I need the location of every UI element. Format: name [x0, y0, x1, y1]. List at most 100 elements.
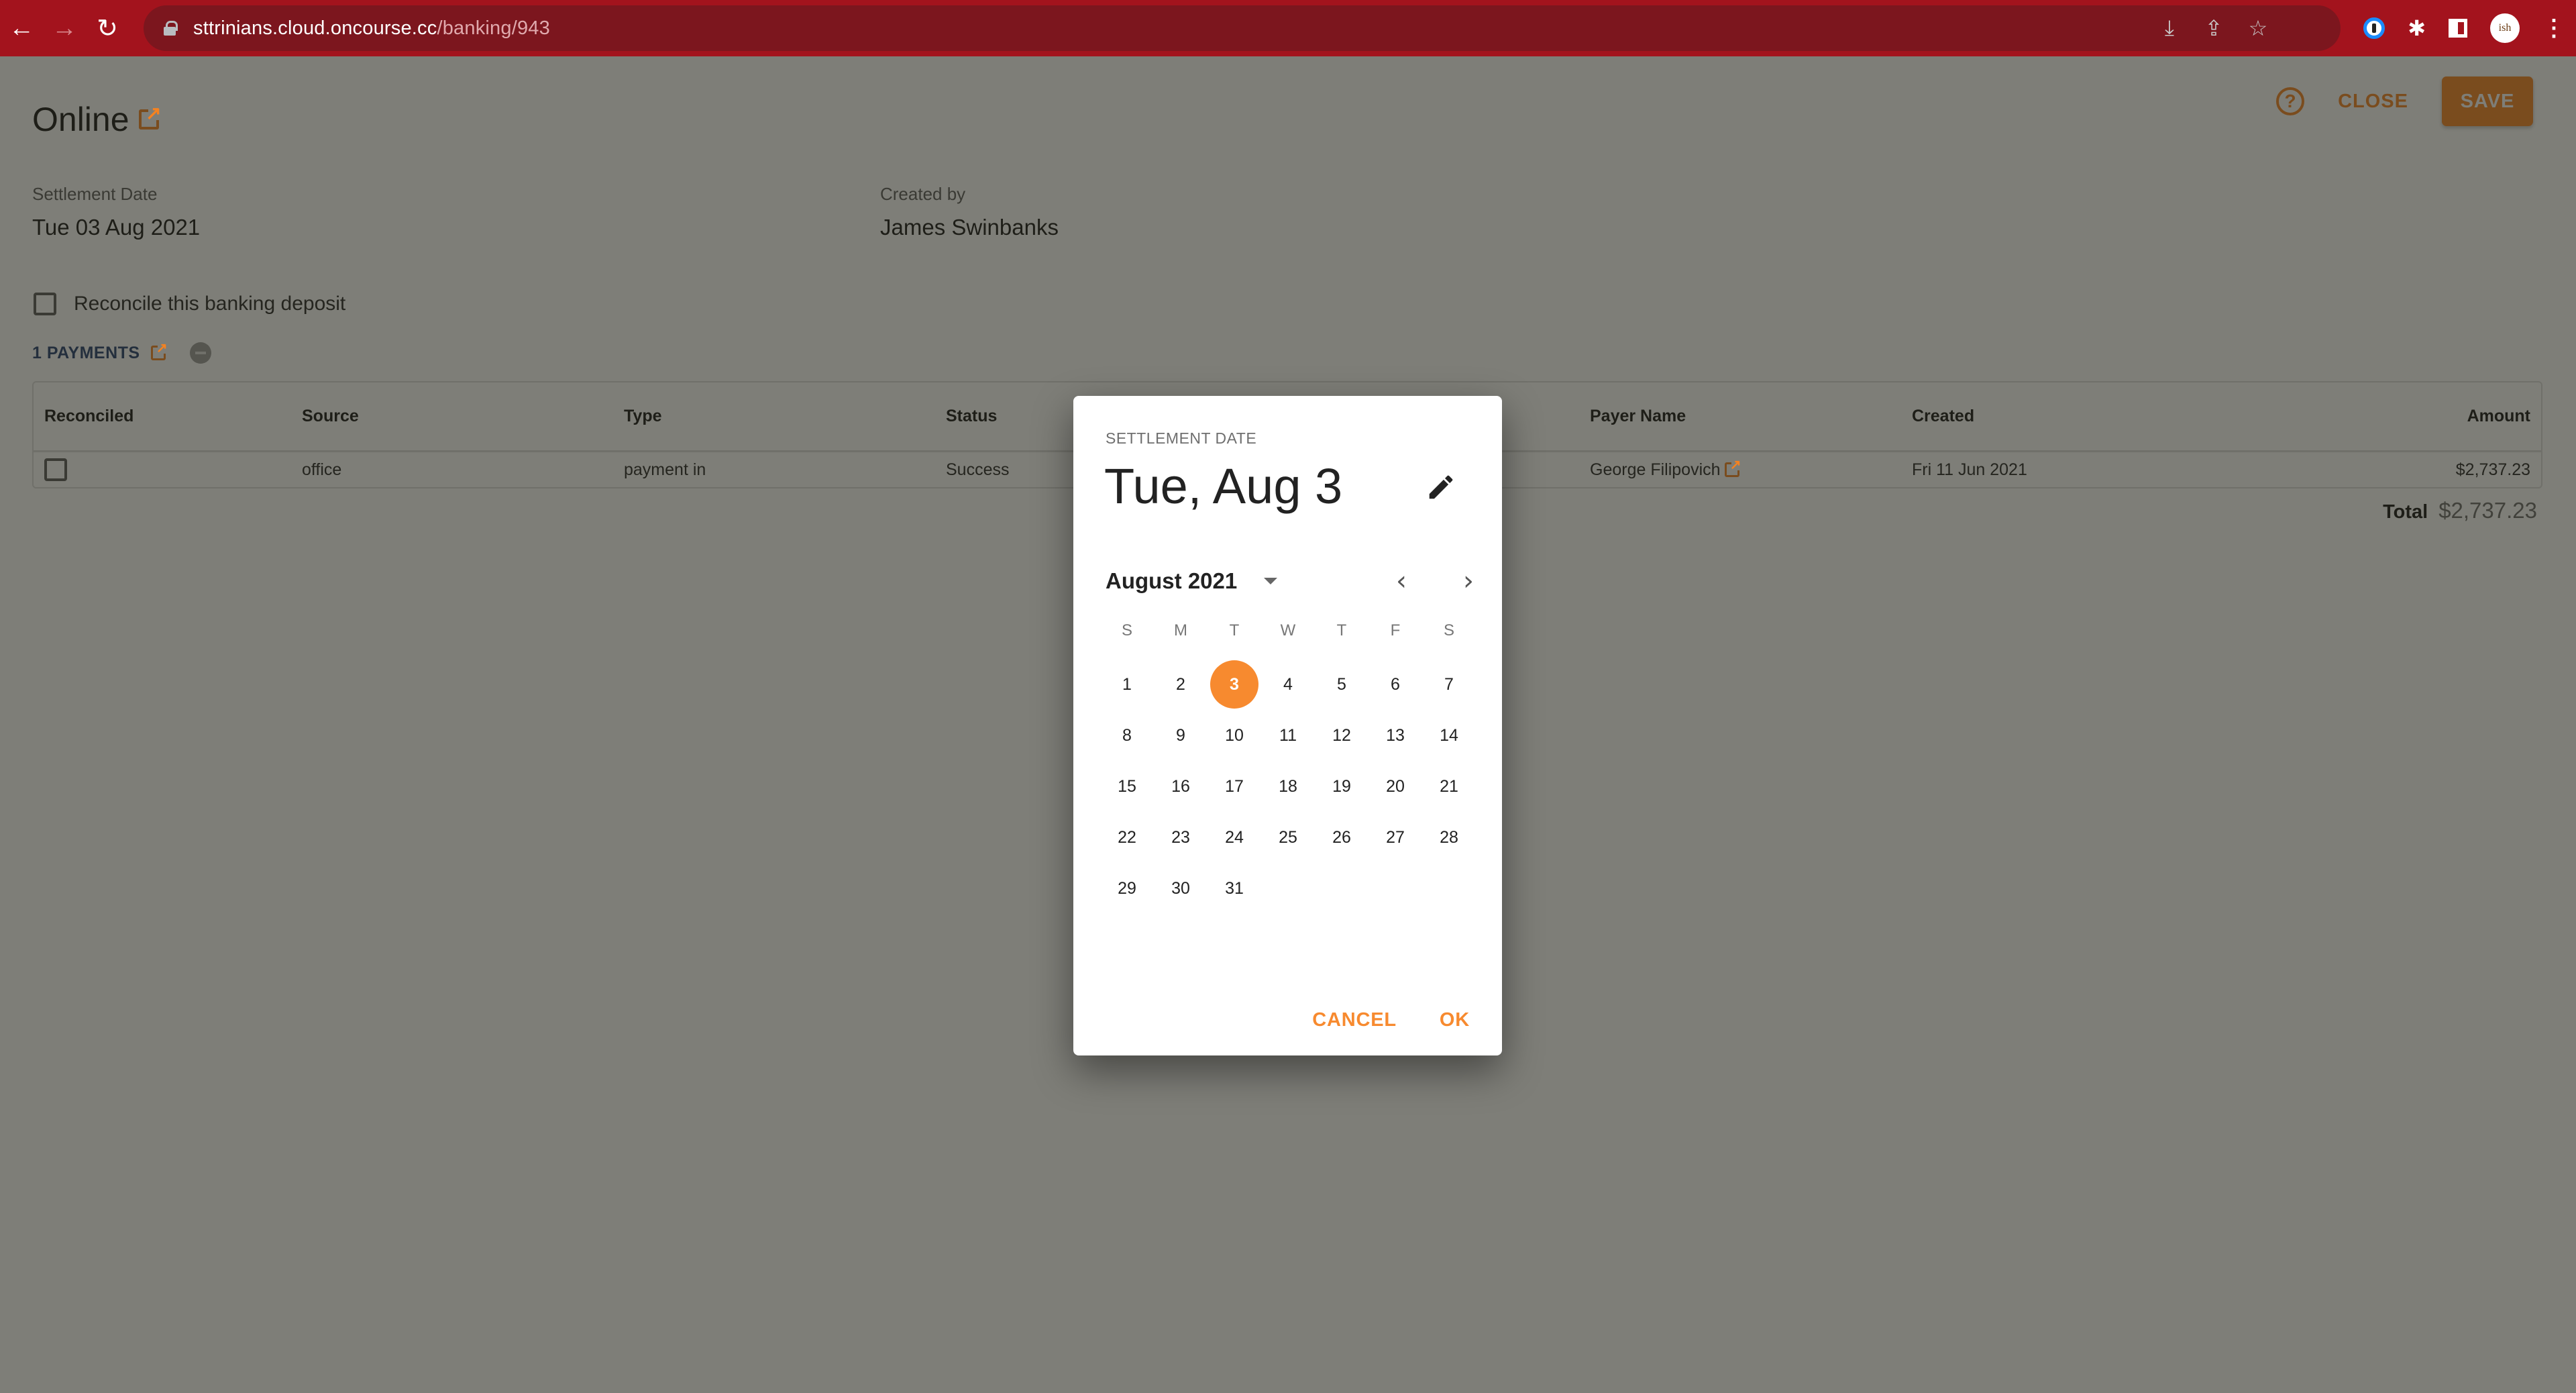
calendar-day[interactable]: 21 — [1422, 761, 1476, 812]
browser-toolbar: ← → ↻ sttrinians.cloud.oncourse.cc/banki… — [0, 0, 2576, 56]
share-icon[interactable]: ⇪ — [2204, 15, 2224, 41]
day-number: 18 — [1279, 776, 1297, 796]
pencil-edit-icon[interactable] — [1426, 472, 1456, 503]
forward-button[interactable]: → — [43, 0, 86, 56]
day-number: 14 — [1440, 725, 1458, 745]
day-number: 13 — [1386, 725, 1405, 745]
url-text: sttrinians.cloud.oncourse.cc/banking/943 — [193, 17, 550, 40]
url-host: sttrinians.cloud.oncourse.cc — [193, 17, 437, 39]
day-number: 19 — [1332, 776, 1351, 796]
month-header: August 2021 ‹ › — [1106, 561, 1479, 601]
day-number: 21 — [1440, 776, 1458, 796]
day-number: 23 — [1171, 827, 1190, 847]
day-number: 1 — [1122, 674, 1132, 694]
calendar-day[interactable]: 29 — [1100, 863, 1154, 914]
day-number: 7 — [1444, 674, 1454, 694]
day-number: 5 — [1337, 674, 1346, 694]
day-number: 11 — [1279, 725, 1297, 745]
calendar-day[interactable]: 22 — [1100, 812, 1154, 863]
calendar-day[interactable]: 10 — [1208, 710, 1261, 761]
weekday-label: T — [1336, 621, 1347, 639]
weekday-label: F — [1390, 621, 1401, 639]
calendar-day[interactable]: 17 — [1208, 761, 1261, 812]
calendar-day[interactable]: 31 — [1208, 863, 1261, 914]
weekday-label: W — [1280, 621, 1296, 639]
calendar-day[interactable]: 6 — [1368, 659, 1422, 710]
day-number: 12 — [1332, 725, 1351, 745]
browser-menu-icon[interactable]: ⋮ — [2542, 15, 2565, 42]
calendar-day[interactable]: 8 — [1100, 710, 1154, 761]
day-number: 27 — [1386, 827, 1405, 847]
calendar-day[interactable]: 30 — [1154, 863, 1208, 914]
calendar-day[interactable]: 20 — [1368, 761, 1422, 812]
profile-avatar[interactable]: ish — [2490, 13, 2520, 43]
arrow-left-icon: ← — [9, 13, 34, 42]
day-number: 15 — [1118, 776, 1136, 796]
calendar-day[interactable]: 24 — [1208, 812, 1261, 863]
reload-icon: ↻ — [97, 14, 118, 43]
calendar-day[interactable]: 27 — [1368, 812, 1422, 863]
calendar-day[interactable]: 12 — [1315, 710, 1368, 761]
calendar-day[interactable]: 4 — [1261, 659, 1315, 710]
side-panel-icon[interactable] — [2449, 19, 2467, 38]
day-number: 26 — [1332, 827, 1351, 847]
weekday-header: SMTWTFS — [1100, 617, 1477, 644]
selected-date-display: Tue, Aug 3 — [1104, 458, 1343, 514]
day-number: 4 — [1283, 674, 1293, 694]
calendar-day[interactable]: 25 — [1261, 812, 1315, 863]
password-manager-extension-icon[interactable] — [2363, 17, 2385, 39]
calendar-day[interactable]: 1 — [1100, 659, 1154, 710]
ok-button[interactable]: OK — [1440, 1009, 1470, 1031]
chevron-left-icon[interactable]: ‹ — [1391, 566, 1411, 597]
date-picker-overline: SETTLEMENT DATE — [1106, 429, 1257, 447]
day-number: 29 — [1118, 878, 1136, 898]
day-number: 3 — [1210, 660, 1258, 709]
calendar-day[interactable]: 11 — [1261, 710, 1315, 761]
day-number: 25 — [1279, 827, 1297, 847]
calendar-day[interactable]: 2 — [1154, 659, 1208, 710]
calendar-day[interactable]: 15 — [1100, 761, 1154, 812]
day-number: 22 — [1118, 827, 1136, 847]
calendar-day[interactable]: 5 — [1315, 659, 1368, 710]
weekday-label: S — [1443, 621, 1454, 639]
day-number: 8 — [1122, 725, 1132, 745]
day-number: 6 — [1391, 674, 1400, 694]
month-year-label[interactable]: August 2021 — [1106, 568, 1237, 594]
day-number: 24 — [1225, 827, 1244, 847]
calendar-day[interactable]: 19 — [1315, 761, 1368, 812]
weekday-label: M — [1174, 621, 1187, 639]
calendar-day-selected[interactable]: 3 — [1208, 659, 1261, 710]
calendar-day[interactable]: 16 — [1154, 761, 1208, 812]
calendar-day[interactable]: 9 — [1154, 710, 1208, 761]
bookmark-star-icon[interactable]: ☆ — [2248, 15, 2268, 41]
date-picker-dialog: SETTLEMENT DATE Tue, Aug 3 August 2021 ‹… — [1073, 396, 1502, 1055]
day-number: 20 — [1386, 776, 1405, 796]
day-number: 10 — [1225, 725, 1244, 745]
calendar-day[interactable]: 7 — [1422, 659, 1476, 710]
calendar-day[interactable]: 18 — [1261, 761, 1315, 812]
caret-down-icon[interactable] — [1264, 578, 1278, 584]
day-number: 28 — [1440, 827, 1458, 847]
day-number: 17 — [1225, 776, 1244, 796]
day-number: 16 — [1171, 776, 1190, 796]
back-button[interactable]: ← — [0, 0, 43, 56]
lock-icon — [164, 21, 178, 36]
calendar-day[interactable]: 23 — [1154, 812, 1208, 863]
calendar-day[interactable]: 14 — [1422, 710, 1476, 761]
day-number: 2 — [1176, 674, 1185, 694]
calendar-day[interactable]: 26 — [1315, 812, 1368, 863]
calendar-days-grid: 1 2 3 4 5 6 7 8 9 10 11 12 13 14 15 16 17 18 19 20 21 22 23 24 2… — [1100, 659, 1477, 914]
chevron-right-icon[interactable]: › — [1458, 566, 1479, 597]
extensions-puzzle-icon[interactable]: ✱ — [2408, 15, 2426, 41]
url-path: /banking/943 — [437, 17, 550, 39]
weekday-label: S — [1121, 621, 1132, 639]
reload-button[interactable]: ↻ — [86, 0, 129, 56]
day-number: 9 — [1176, 725, 1185, 745]
day-number: 31 — [1225, 878, 1244, 898]
cancel-button[interactable]: CANCEL — [1312, 1009, 1397, 1031]
address-bar[interactable]: sttrinians.cloud.oncourse.cc/banking/943… — [144, 5, 2341, 51]
calendar-day[interactable]: 28 — [1422, 812, 1476, 863]
install-icon[interactable]: ⤓ — [2159, 15, 2180, 41]
arrow-right-icon: → — [52, 13, 77, 42]
calendar-day[interactable]: 13 — [1368, 710, 1422, 761]
